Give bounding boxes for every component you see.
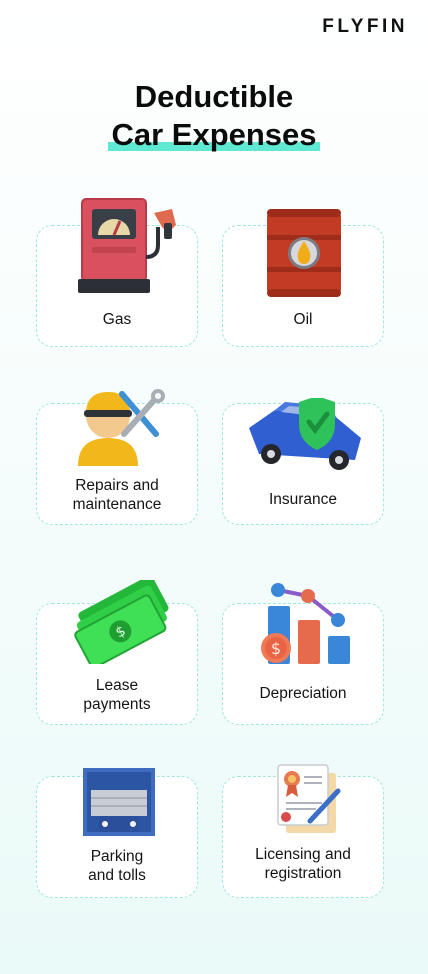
card-label-parking-text: Parking and tolls — [88, 848, 146, 884]
card-label-licensing-text: Licensing and registration — [255, 846, 351, 882]
declining-chart-icon: $ — [258, 582, 354, 668]
parking-garage-icon — [83, 768, 155, 838]
certificate-document-icon — [266, 763, 342, 835]
card-label-lease-text: Lease payments — [83, 677, 151, 713]
car-shield-icon — [245, 398, 365, 474]
oil-barrel-icon — [265, 205, 343, 301]
card-label-insurance: Insurance — [268, 491, 338, 508]
card-label-oil: Oil — [293, 311, 313, 328]
brand-logo: FLYFIN — [322, 16, 408, 37]
card-label-repairs: Repairs and maintenance — [37, 476, 197, 514]
card-label-gas: Gas — [102, 311, 132, 328]
title-line-2-highlighted: Car Expenses — [108, 117, 320, 152]
card-label-licensing: Licensing and registration — [223, 845, 383, 883]
fuel-pump-icon — [78, 197, 182, 295]
card-label-repairs-text: Repairs and maintenance — [72, 477, 162, 513]
mechanic-wrench-icon — [72, 386, 168, 468]
page-title: Deductible Car Expenses — [0, 78, 428, 154]
card-label-parking: Parking and tolls — [37, 847, 197, 885]
money-bills-icon: $ — [66, 580, 176, 664]
card-label-lease: Lease payments — [37, 676, 197, 714]
card-label-depreciation: Depreciation — [259, 685, 347, 702]
title-line-1: Deductible — [134, 79, 294, 114]
svg-text:$: $ — [271, 639, 281, 658]
